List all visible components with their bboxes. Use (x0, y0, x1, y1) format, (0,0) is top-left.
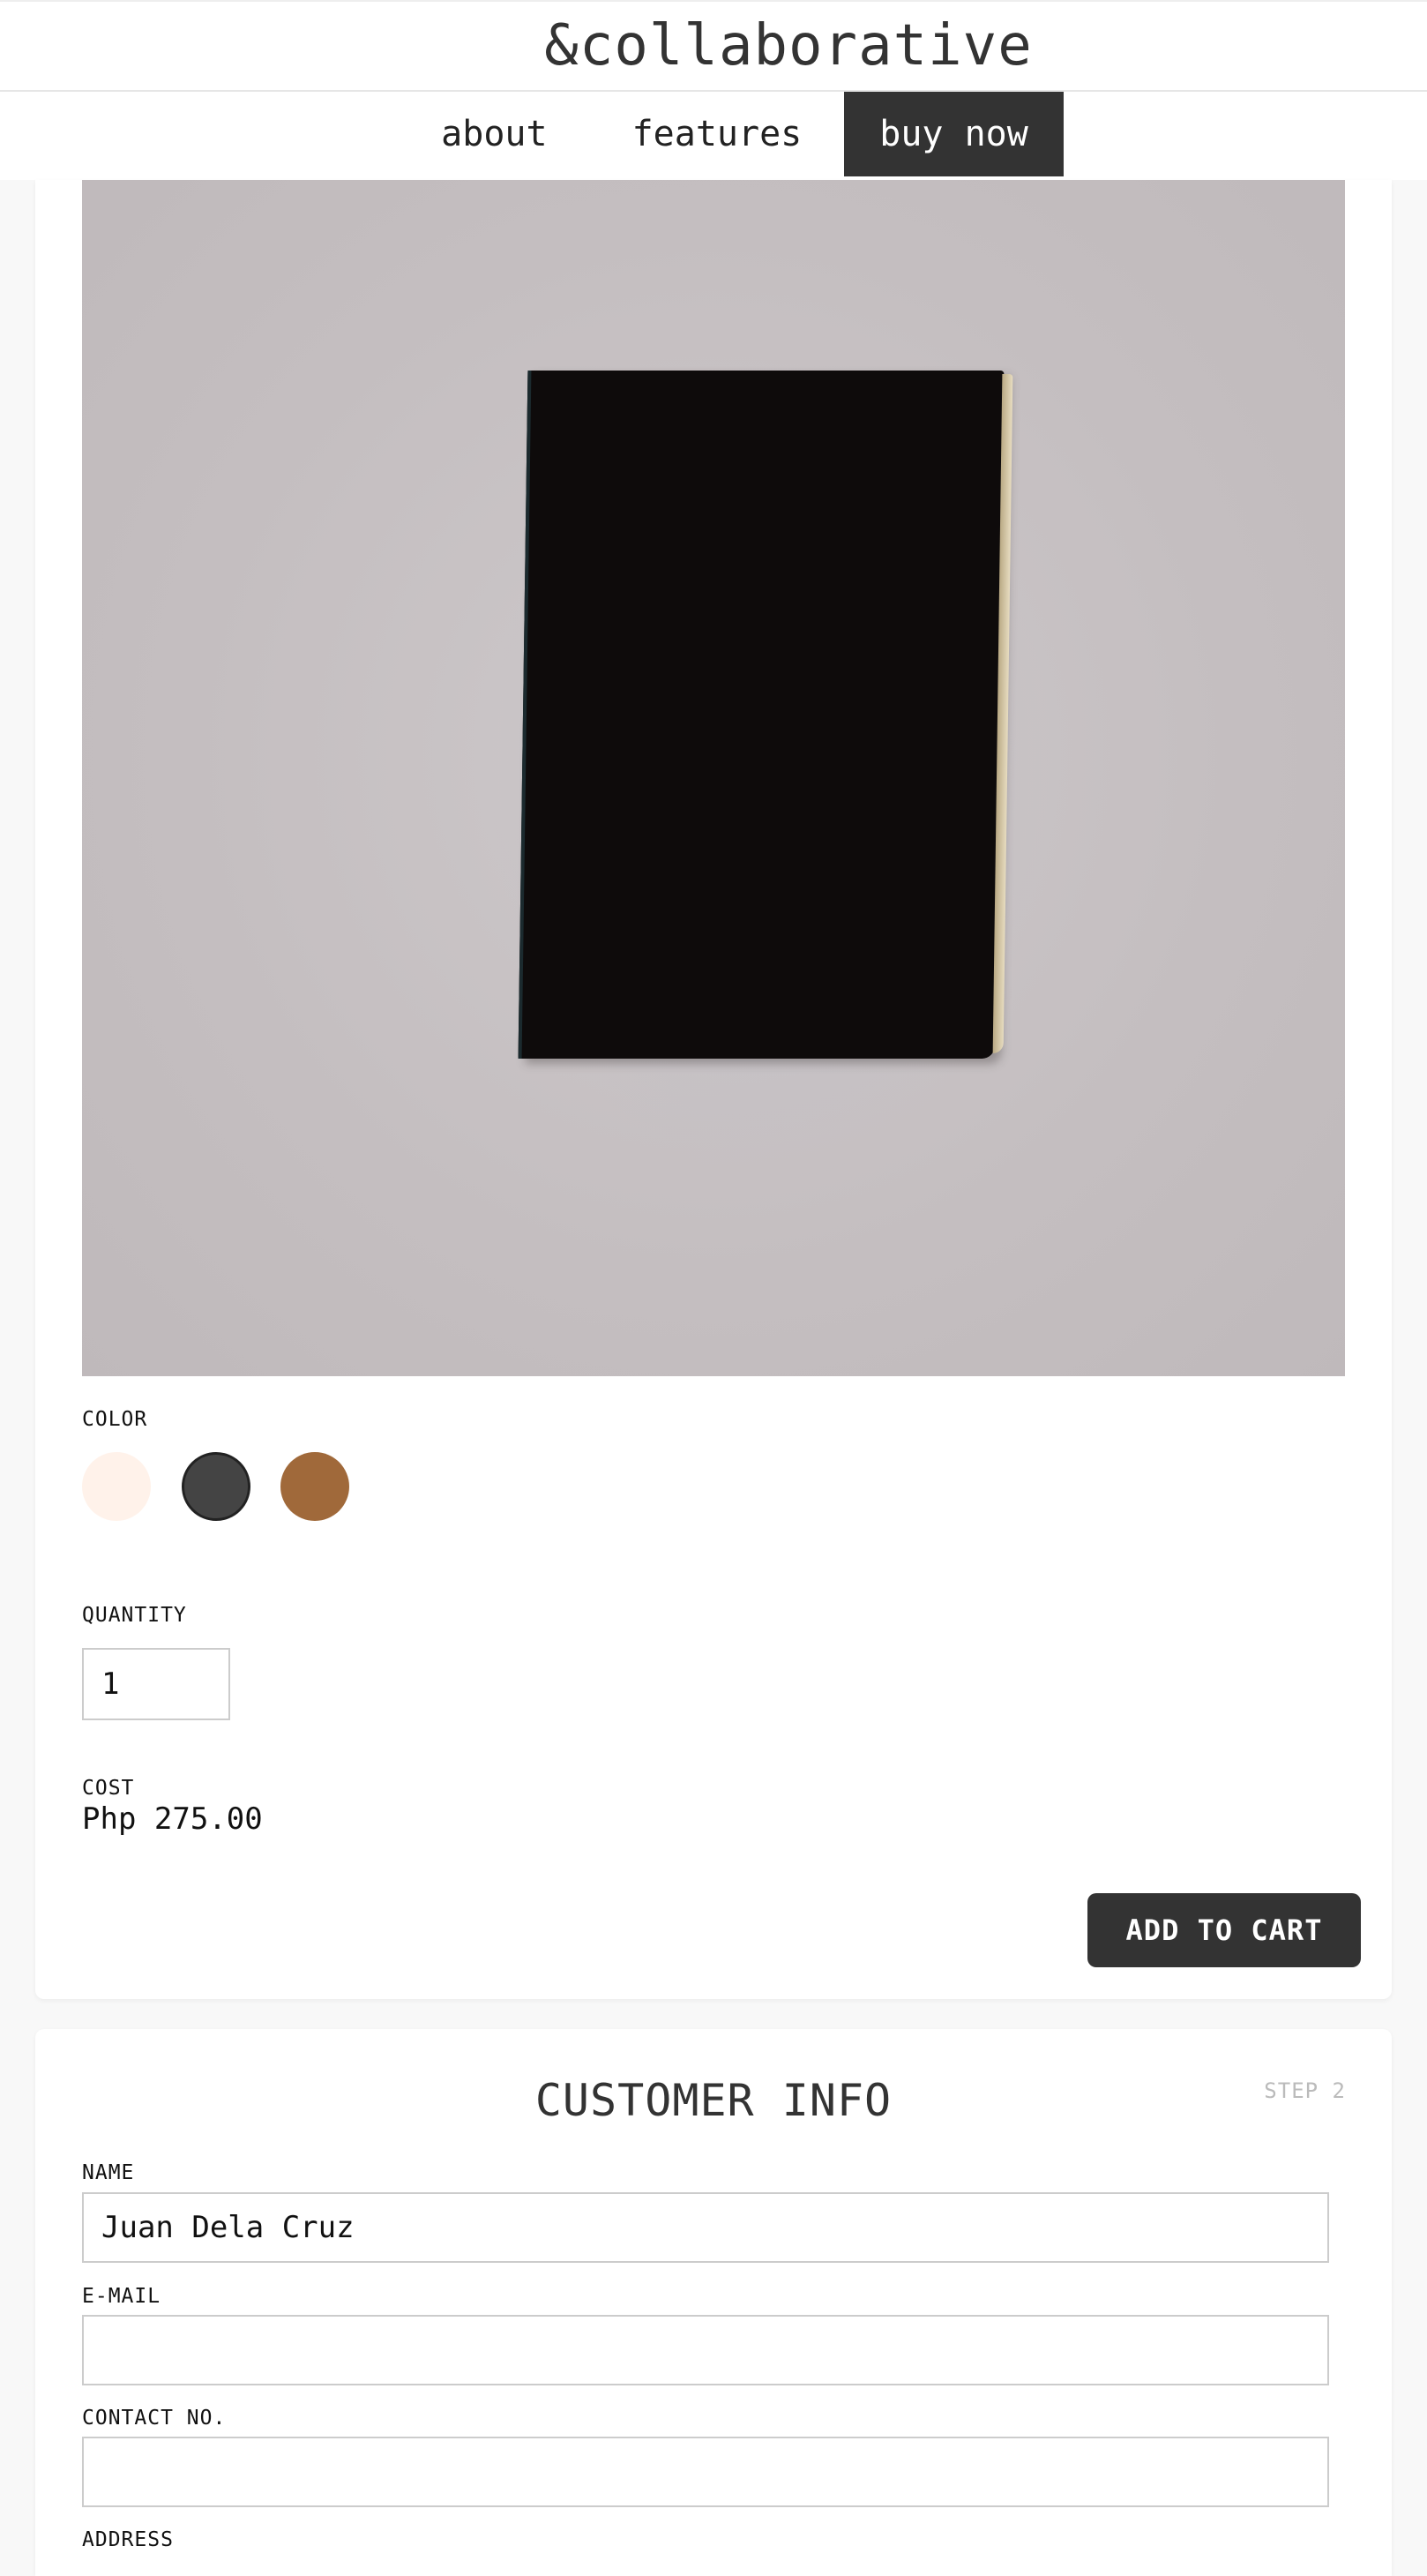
color-label: COLOR (82, 1408, 148, 1431)
nav-features[interactable]: features (590, 92, 845, 176)
color-swatch-charcoal[interactable] (182, 1452, 250, 1521)
cost-label: COST (82, 1777, 135, 1800)
color-swatch-cream[interactable] (82, 1452, 151, 1521)
brand-logo[interactable]: &collaborative (544, 13, 1032, 79)
name-input[interactable] (82, 2192, 1329, 2263)
email-label: E-MAIL (82, 2285, 161, 2308)
quantity-input[interactable] (82, 1648, 230, 1720)
email-input[interactable] (82, 2315, 1329, 2385)
cost-value: Php 275.00 (82, 1801, 263, 1837)
address-label: ADDRESS (82, 2528, 174, 2551)
name-label: NAME (82, 2161, 135, 2184)
section-title: CUSTOMER INFO (534, 2075, 893, 2126)
site-header: &collaborative (0, 0, 1427, 92)
contact-label: CONTACT NO. (82, 2407, 227, 2430)
main-nav: about features buy now (0, 92, 1427, 180)
product-card: COLOR QUANTITY COST Php 275.00 ADD TO CA… (35, 180, 1392, 1999)
product-image (82, 180, 1345, 1376)
quantity-label: QUANTITY (82, 1604, 187, 1627)
step-indicator: STEP 2 (1264, 2078, 1346, 2103)
color-swatch-brown[interactable] (280, 1452, 349, 1521)
nav-about[interactable]: about (399, 92, 589, 176)
nav-buy-now[interactable]: buy now (844, 92, 1064, 176)
notebook (518, 371, 1013, 1059)
contact-input[interactable] (82, 2437, 1329, 2507)
customer-info-card: CUSTOMER INFO STEP 2 NAME E-MAIL CONTACT… (35, 2029, 1392, 2576)
add-to-cart-button[interactable]: ADD TO CART (1087, 1893, 1361, 1967)
